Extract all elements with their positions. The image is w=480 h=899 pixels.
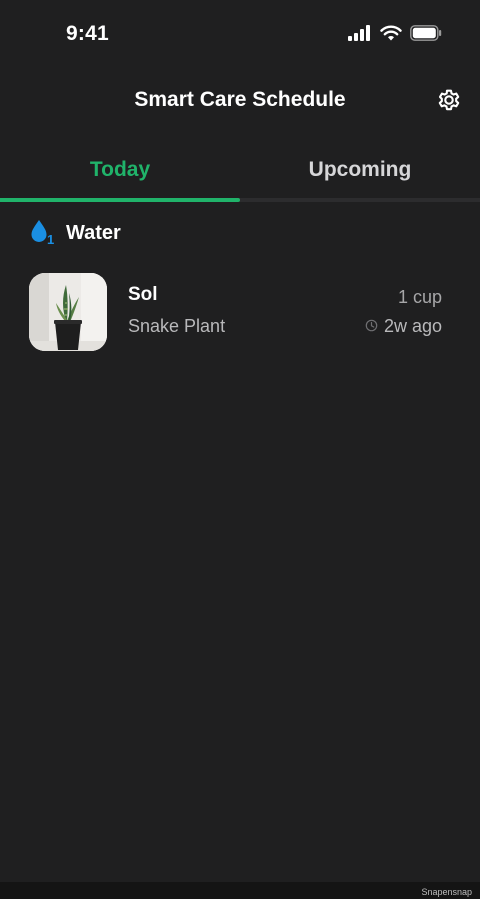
signal-icon bbox=[348, 25, 372, 41]
app-screen: 9:41 Smart Care Schedule Today Upcoming … bbox=[0, 0, 480, 899]
section-header-water: 1 Water bbox=[28, 218, 121, 248]
clock-icon bbox=[365, 316, 378, 337]
last-watered-text: 2w ago bbox=[383, 316, 442, 336]
water-amount: 1 cup bbox=[397, 287, 442, 307]
tab-today[interactable]: Today bbox=[0, 148, 240, 200]
tab-bar: Today Upcoming bbox=[0, 148, 480, 204]
tab-active-indicator bbox=[0, 198, 240, 202]
water-badge: 1 bbox=[47, 232, 54, 245]
header: Smart Care Schedule bbox=[0, 80, 480, 124]
status-bar: 9:41 bbox=[0, 0, 480, 72]
page-title: Smart Care Schedule bbox=[134, 88, 346, 111]
gear-icon bbox=[435, 86, 463, 119]
watermark: Snapensnap bbox=[421, 887, 472, 897]
last-watered: 2w ago bbox=[365, 316, 442, 337]
status-time: 9:41 bbox=[66, 22, 109, 45]
battery-icon bbox=[410, 25, 442, 41]
plant-name: Sol bbox=[128, 284, 158, 305]
status-icons bbox=[348, 25, 442, 41]
section-title: Water bbox=[66, 221, 121, 244]
plant-species: Snake Plant bbox=[128, 316, 226, 336]
footer-bar: Snapensnap bbox=[0, 882, 480, 899]
plant-photo bbox=[29, 273, 107, 351]
tab-upcoming[interactable]: Upcoming bbox=[240, 148, 480, 200]
wifi-icon bbox=[380, 25, 402, 41]
water-drop-icon: 1 bbox=[28, 217, 56, 250]
settings-button[interactable] bbox=[434, 87, 464, 117]
plant-list-item[interactable]: Sol Snake Plant 1 cup 2w ago bbox=[28, 272, 452, 352]
